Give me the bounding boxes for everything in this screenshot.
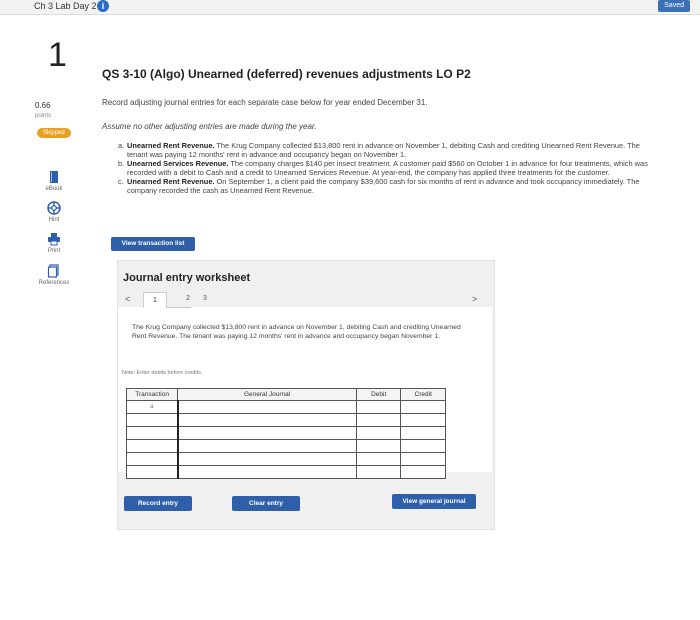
debit-input[interactable] <box>355 452 402 466</box>
account-input[interactable] <box>177 400 357 414</box>
references-icon <box>47 264 61 278</box>
question-assumption: Assume no other adjusting entries are ma… <box>102 122 317 131</box>
table-row <box>125 452 446 466</box>
debit-input[interactable] <box>355 465 402 479</box>
debit-input[interactable] <box>355 413 402 427</box>
question-instruction: Record adjusting journal entries for eac… <box>102 98 428 107</box>
case-letter: c. <box>118 177 124 186</box>
print-label: Print <box>47 248 61 254</box>
col-credit: Credit <box>400 388 446 401</box>
case-letter: a. <box>118 141 125 150</box>
case-c: c. Unearned Rent Revenue. On September 1… <box>118 177 653 195</box>
ebook-label: eBook <box>45 186 63 192</box>
transaction-cell <box>125 452 179 466</box>
status-badge: Skipped <box>37 128 71 138</box>
info-icon[interactable]: i <box>97 0 109 12</box>
credit-input[interactable] <box>400 439 446 453</box>
table-row <box>125 426 446 440</box>
print-tool[interactable]: Print <box>36 232 72 254</box>
credit-input[interactable] <box>400 426 446 440</box>
references-label: References <box>38 280 70 286</box>
table-row <box>125 465 446 479</box>
journal-table: Transaction General Journal Debit Credit… <box>125 388 446 479</box>
worksheet-title: Journal entry worksheet <box>123 272 251 284</box>
points-value: 0.66 <box>35 101 51 110</box>
credit-input[interactable] <box>400 465 446 479</box>
case-a: a. Unearned Rent Revenue. The Krug Compa… <box>118 141 653 159</box>
question-heading: QS 3-10 (Algo) Unearned (deferred) reven… <box>102 67 471 81</box>
table-row <box>125 413 446 427</box>
points-block: 0.66 points <box>35 101 51 121</box>
next-arrow-icon[interactable]: > <box>472 294 477 304</box>
account-input[interactable] <box>177 465 357 479</box>
account-input[interactable] <box>177 452 357 466</box>
account-input[interactable] <box>177 426 357 440</box>
points-label: points <box>35 113 52 119</box>
references-tool[interactable]: References <box>36 264 72 286</box>
view-transaction-list-button[interactable]: View transaction list <box>111 237 195 251</box>
case-b: b. Unearned Services Revenue. The compan… <box>118 159 653 177</box>
view-general-journal-button[interactable]: View general journal <box>392 494 476 509</box>
case-list: a. Unearned Rent Revenue. The Krug Compa… <box>118 141 653 195</box>
table-row: a <box>125 400 446 414</box>
transaction-description: The Krug Company collected $13,800 rent … <box>132 324 461 340</box>
col-transaction: Transaction <box>125 388 179 401</box>
table-header-row: Transaction General Journal Debit Credit <box>125 388 446 401</box>
credit-input[interactable] <box>400 452 446 466</box>
account-input[interactable] <box>177 439 357 453</box>
case-title: Unearned Services Revenue. <box>127 159 229 168</box>
record-entry-button[interactable]: Record entry <box>124 496 192 511</box>
hint-tool[interactable]: Hint <box>36 201 72 223</box>
clear-entry-button[interactable]: Clear entry <box>232 496 300 511</box>
case-title: Unearned Rent Revenue. <box>127 141 215 150</box>
question-number: 1 <box>48 36 67 74</box>
transaction-cell: a <box>125 400 179 414</box>
top-bar: Ch 3 Lab Day 2 i Saved <box>0 0 700 15</box>
transaction-cell <box>125 465 179 479</box>
case-title: Unearned Rent Revenue. <box>127 177 215 186</box>
hint-icon <box>47 201 61 215</box>
tab-2[interactable]: 2 <box>186 295 190 302</box>
debit-input[interactable] <box>355 400 402 414</box>
transaction-cell <box>125 426 179 440</box>
ebook-tool[interactable]: eBook <box>36 170 72 192</box>
table-row <box>125 439 446 453</box>
transaction-cell <box>125 413 179 427</box>
transaction-cell <box>125 439 179 453</box>
credit-input[interactable] <box>400 400 446 414</box>
print-icon <box>47 232 61 246</box>
saved-badge: Saved <box>658 0 690 12</box>
entry-note: Note: Enter debits before credits. <box>122 370 203 376</box>
tab-3[interactable]: 3 <box>203 295 207 302</box>
credit-input[interactable] <box>400 413 446 427</box>
case-letter: b. <box>118 159 125 168</box>
debit-input[interactable] <box>355 426 402 440</box>
assignment-title: Ch 3 Lab Day 2 <box>34 1 97 11</box>
col-general-journal: General Journal <box>177 388 357 401</box>
hint-label: Hint <box>48 217 60 223</box>
prev-arrow-icon[interactable]: < <box>125 294 130 304</box>
col-debit: Debit <box>355 388 402 401</box>
account-input[interactable] <box>177 413 357 427</box>
ebook-icon <box>47 170 61 184</box>
debit-input[interactable] <box>355 439 402 453</box>
tab-1[interactable]: 1 <box>143 292 167 308</box>
